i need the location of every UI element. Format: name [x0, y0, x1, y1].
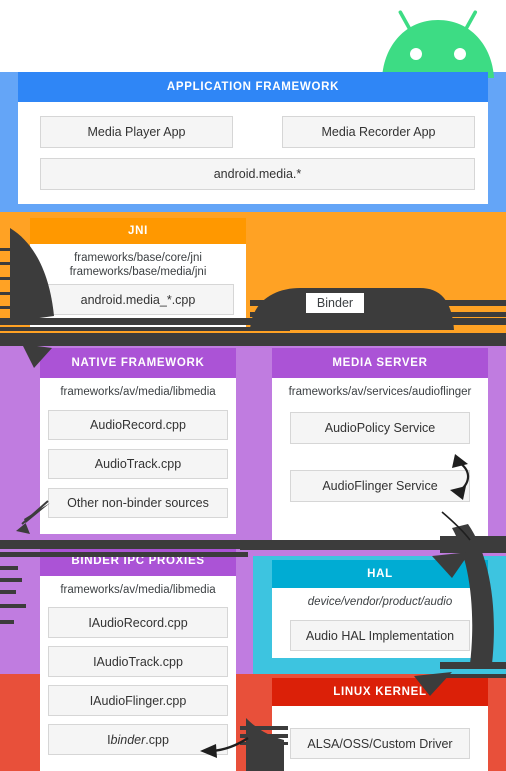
diagram-canvas: APPLICATION FRAMEWORK Media Player App M… [0, 0, 506, 771]
label-binder: Binder [306, 293, 364, 313]
connector-arrows-overlay [0, 228, 506, 771]
